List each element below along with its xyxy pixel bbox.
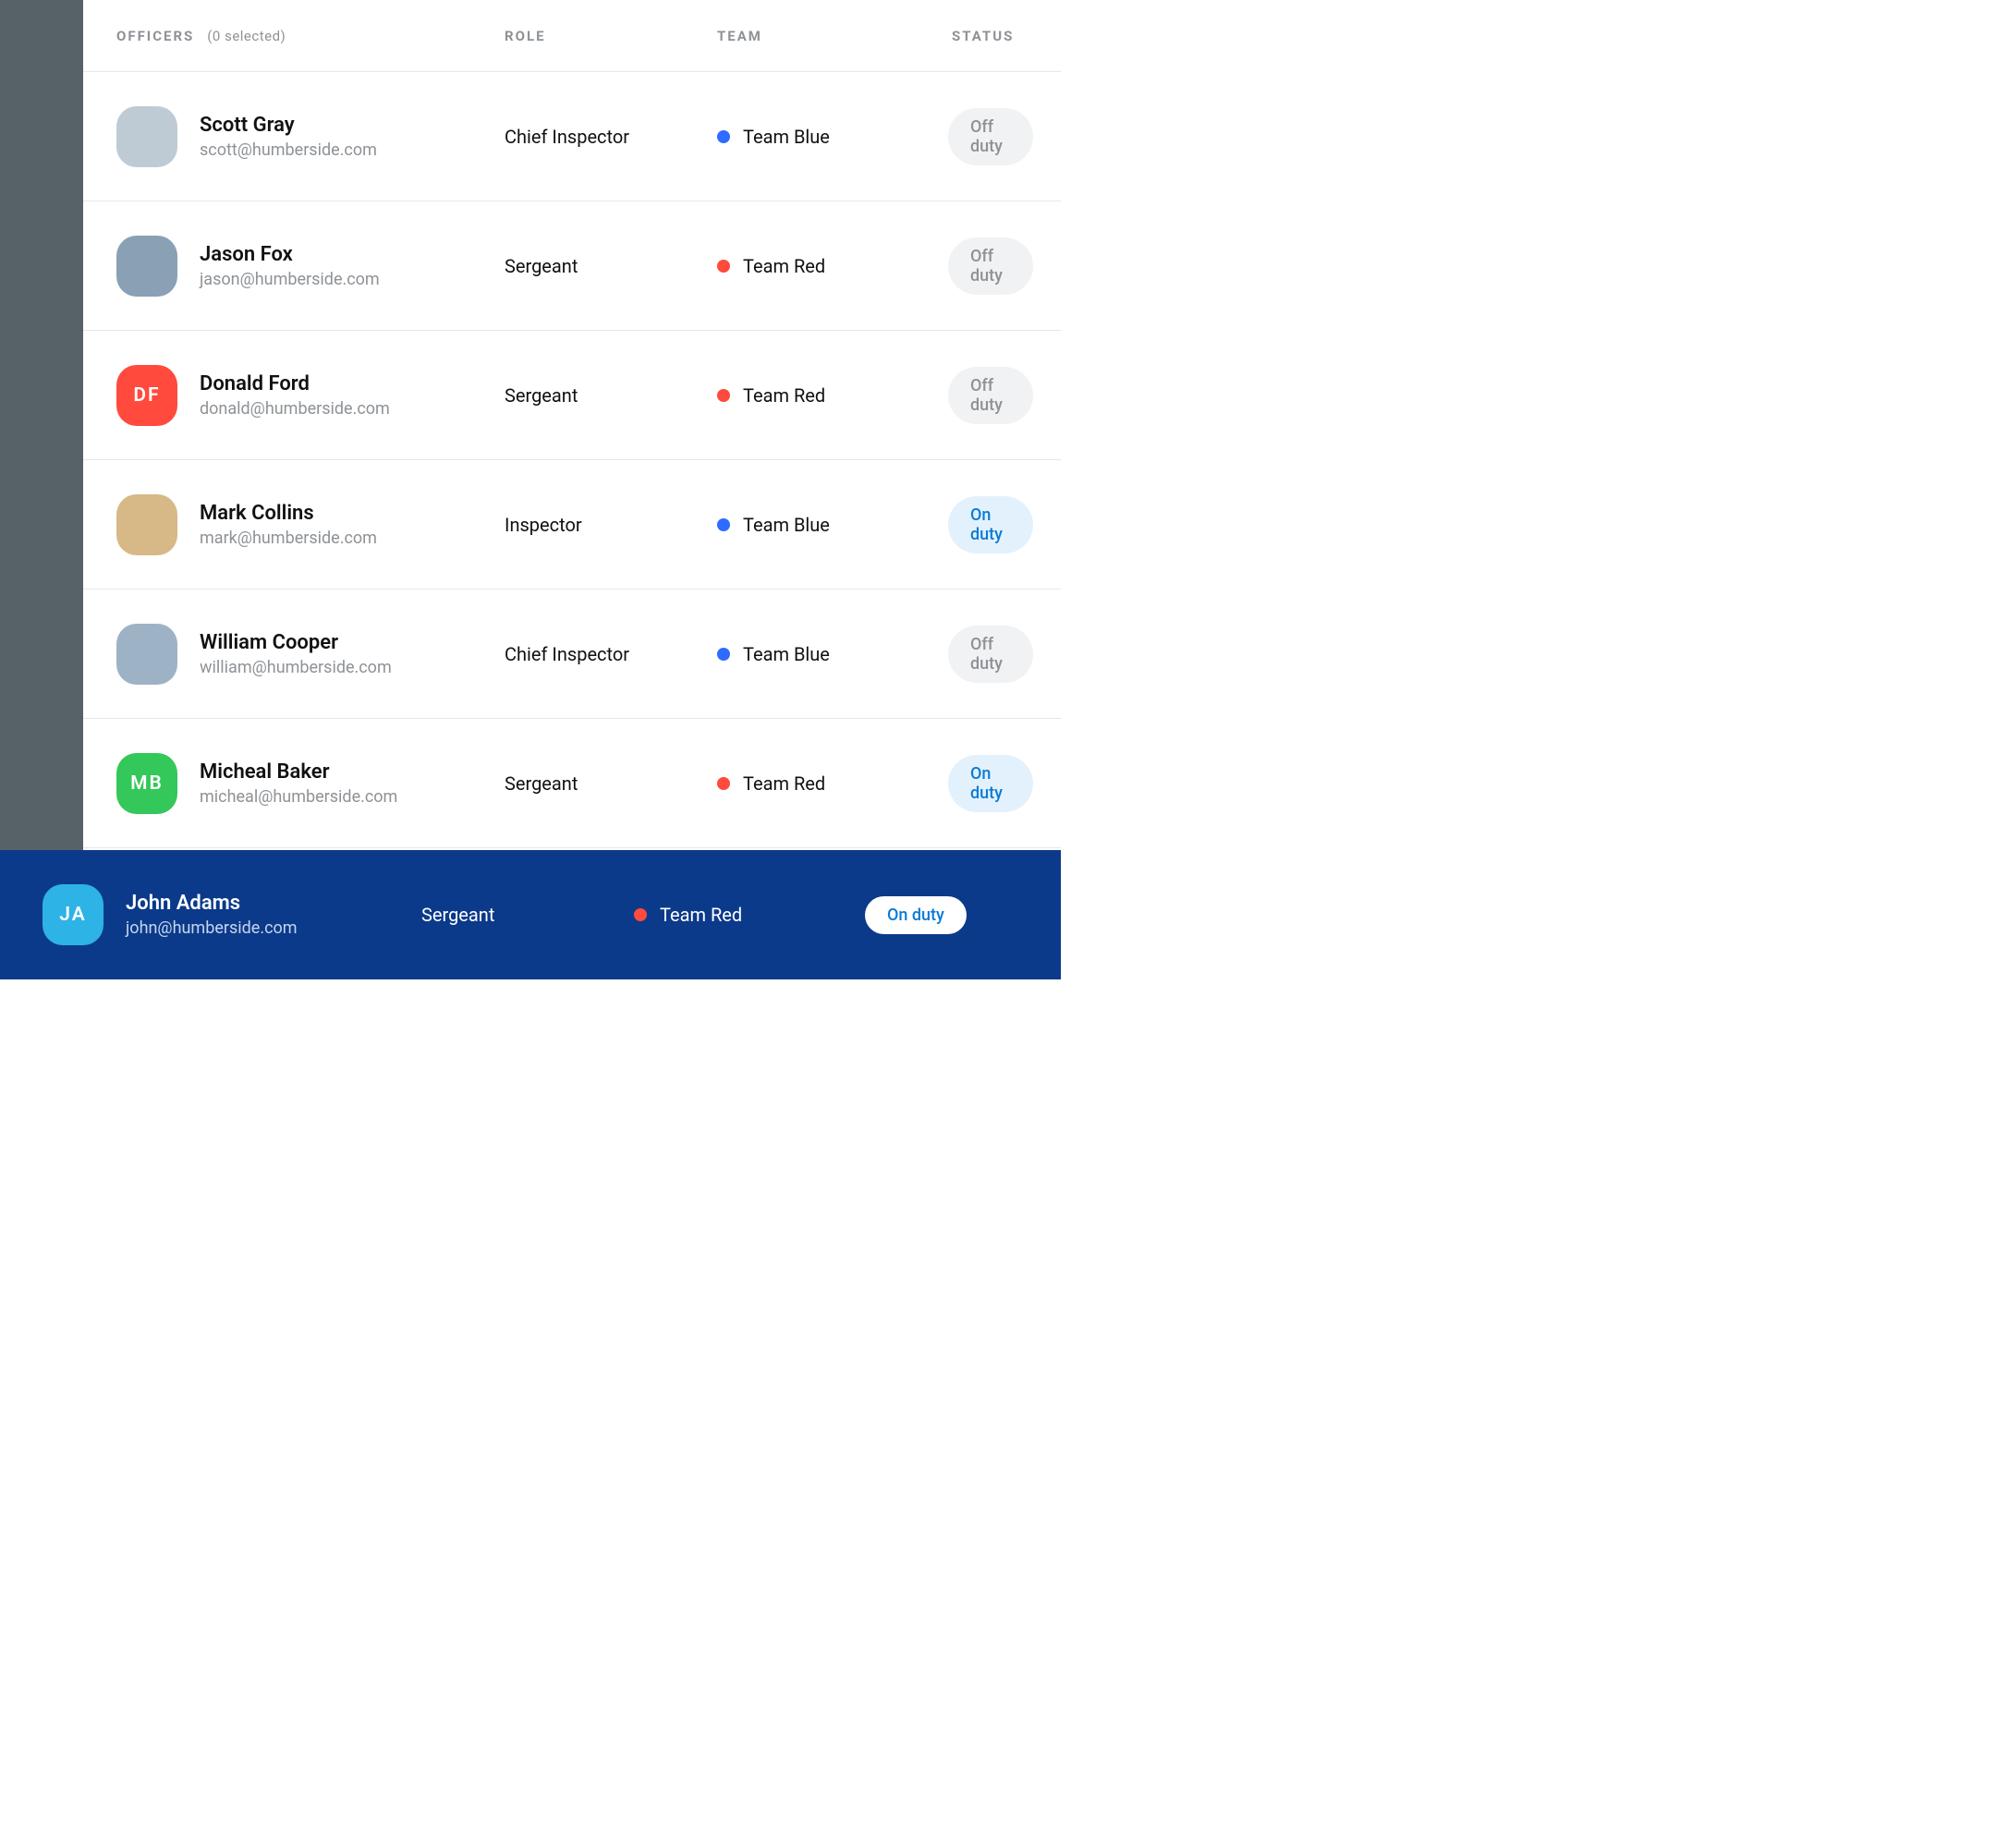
avatar: MB — [116, 753, 177, 814]
avatar — [116, 106, 177, 167]
col-role: ROLE — [505, 28, 717, 44]
officer-name: Micheal Baker — [200, 760, 397, 784]
avatar: DF — [116, 365, 177, 426]
team-dot-icon — [717, 130, 730, 143]
status-badge[interactable]: Off duty — [948, 626, 1033, 683]
avatar — [116, 494, 177, 555]
selected-count: (0 selected) — [207, 28, 286, 44]
team-label: Team Red — [660, 904, 742, 926]
table-header: OFFICERS (0 selected) ROLE TEAM STATUS — [83, 0, 1061, 72]
status-badge[interactable]: Off duty — [948, 367, 1033, 424]
officer-email: william@humberside.com — [200, 658, 392, 677]
table-row[interactable]: Jason Fox jason@humberside.com Sergeant … — [83, 201, 1061, 331]
officer-email: scott@humberside.com — [200, 140, 377, 160]
table-row[interactable]: DF Donald Ford donald@humberside.com Ser… — [83, 331, 1061, 460]
col-team: TEAM — [717, 28, 948, 44]
officer-role: Inspector — [505, 514, 717, 536]
officer-team: Team Red — [717, 384, 948, 407]
avatar — [116, 236, 177, 297]
officer-team: Team Blue — [717, 643, 948, 665]
status-badge[interactable]: On duty — [948, 755, 1033, 812]
team-dot-icon — [717, 389, 730, 402]
officer-role: Chief Inspector — [505, 126, 717, 148]
officer-email: donald@humberside.com — [200, 399, 390, 419]
current-user-name: John Adams — [126, 892, 298, 915]
officer-team: Team Red — [717, 772, 948, 795]
sidebar-strip — [0, 0, 83, 850]
table-row[interactable]: Mark Collins mark@humberside.com Inspect… — [83, 460, 1061, 590]
current-user-email: john@humberside.com — [126, 918, 298, 938]
team-dot-icon — [717, 518, 730, 531]
officer-name: Mark Collins — [200, 502, 377, 525]
team-label: Team Red — [743, 772, 825, 795]
officer-name: Jason Fox — [200, 243, 380, 266]
officer-team: Team Red — [717, 255, 948, 277]
officer-name: William Cooper — [200, 631, 392, 654]
officer-role: Chief Inspector — [505, 643, 717, 665]
team-label: Team Red — [743, 255, 825, 277]
team-dot-icon — [717, 260, 730, 273]
team-label: Team Blue — [743, 643, 830, 665]
avatar — [116, 624, 177, 685]
table-row[interactable]: Scott Gray scott@humberside.com Chief In… — [83, 72, 1061, 201]
team-label: Team Red — [743, 384, 825, 407]
team-dot-icon — [717, 777, 730, 790]
col-officers: OFFICERS — [116, 28, 194, 44]
officer-role: Sergeant — [505, 255, 717, 277]
officer-role: Sergeant — [505, 772, 717, 795]
status-badge[interactable]: Off duty — [948, 237, 1033, 295]
current-user-role: Sergeant — [421, 904, 634, 926]
table-row[interactable]: William Cooper william@humberside.com Ch… — [83, 590, 1061, 719]
status-badge[interactable]: On duty — [865, 896, 967, 934]
officer-email: micheal@humberside.com — [200, 787, 397, 807]
officers-panel: OFFICERS (0 selected) ROLE TEAM STATUS S… — [83, 0, 1061, 850]
avatar: JA — [43, 884, 103, 945]
officer-role: Sergeant — [505, 384, 717, 407]
current-user-bar: JA John Adams john@humberside.com Sergea… — [0, 850, 1061, 979]
team-dot-icon — [634, 908, 647, 921]
officer-email: jason@humberside.com — [200, 270, 380, 289]
officer-email: mark@humberside.com — [200, 529, 377, 548]
team-label: Team Blue — [743, 514, 830, 536]
status-badge[interactable]: On duty — [948, 496, 1033, 553]
col-status: STATUS — [948, 28, 1033, 44]
officer-name: Donald Ford — [200, 372, 390, 395]
officer-team: Team Blue — [717, 126, 948, 148]
table-row[interactable]: MB Micheal Baker micheal@humberside.com … — [83, 719, 1061, 848]
team-label: Team Blue — [743, 126, 830, 148]
team-dot-icon — [717, 648, 730, 661]
officer-name: Scott Gray — [200, 114, 377, 137]
status-badge[interactable]: Off duty — [948, 108, 1033, 165]
current-user-team: Team Red — [634, 904, 865, 926]
officer-team: Team Blue — [717, 514, 948, 536]
